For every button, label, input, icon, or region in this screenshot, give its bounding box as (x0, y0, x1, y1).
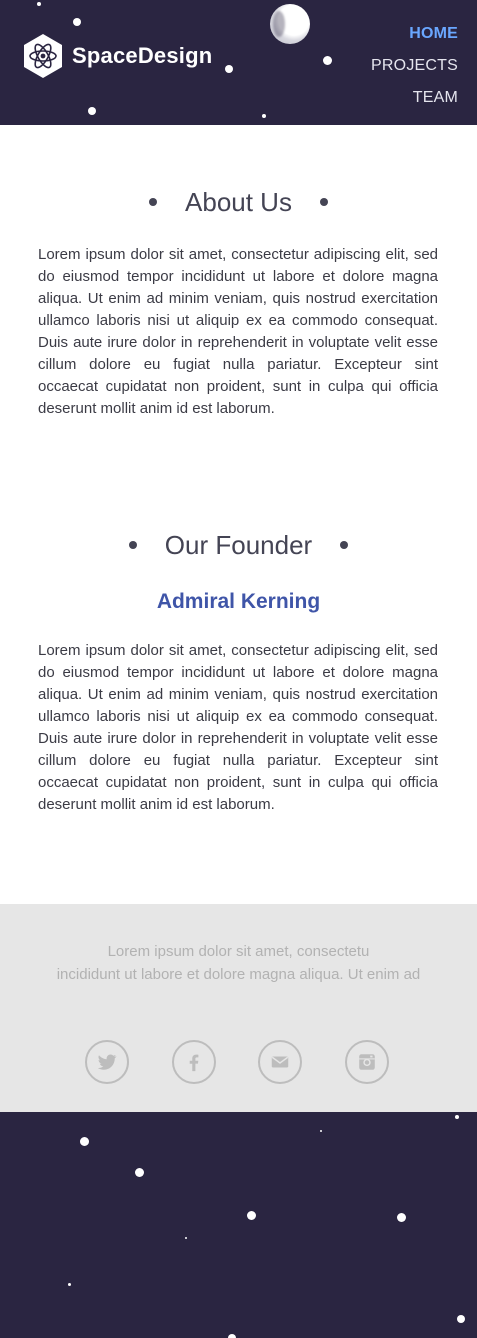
footer (0, 904, 477, 1112)
footer-text: Lorem ipsum dolor sit amet, consectetu i… (0, 940, 477, 986)
about-heading: About Us (0, 187, 477, 218)
founder-title: Our Founder (164, 530, 313, 560)
star-decoration (455, 1115, 459, 1119)
twitter-icon[interactable] (85, 1040, 129, 1084)
star-decoration (320, 1130, 322, 1132)
star-decoration (135, 1168, 144, 1177)
star-decoration (88, 107, 96, 115)
email-icon[interactable] (258, 1040, 302, 1084)
star-decoration (37, 2, 41, 6)
main-nav: HOME PROJECTS TEAM (371, 18, 458, 114)
star-decoration (228, 1334, 236, 1338)
star-decoration (80, 1137, 89, 1146)
moon-illustration (270, 4, 310, 44)
instagram-icon[interactable] (345, 1040, 389, 1084)
star-decoration (457, 1315, 465, 1323)
star-decoration (262, 114, 266, 118)
star-decoration (323, 56, 332, 65)
about-text: Lorem ipsum dolor sit amet, consectetur … (38, 246, 438, 417)
star-decoration (68, 1283, 71, 1286)
star-decoration (225, 65, 233, 73)
footer-line-2: incididunt ut labore et dolore magna ali… (56, 966, 421, 983)
star-decoration (247, 1211, 256, 1220)
footer-line-1: Lorem ipsum dolor sit amet, consectetu (107, 943, 370, 960)
about-title: About Us (185, 187, 292, 217)
star-decoration (73, 18, 81, 26)
brand-name[interactable]: SpaceDesign (72, 43, 212, 69)
logo-icon[interactable] (22, 33, 64, 79)
star-decoration (185, 1237, 187, 1239)
nav-home[interactable]: HOME (371, 18, 458, 50)
facebook-icon[interactable] (172, 1040, 216, 1084)
star-decoration (397, 1213, 406, 1222)
space-background (0, 1112, 477, 1338)
nav-team[interactable]: TEAM (371, 82, 458, 114)
nav-projects[interactable]: PROJECTS (371, 50, 458, 82)
site-header: SpaceDesign HOME PROJECTS TEAM (0, 0, 477, 125)
founder-heading: Our Founder (0, 530, 477, 561)
bullet-dot (128, 541, 137, 550)
founder-text: Lorem ipsum dolor sit amet, consectetur … (38, 642, 438, 813)
bullet-dot (149, 198, 158, 207)
bullet-dot (340, 541, 349, 550)
founder-name: Admiral Kerning (156, 590, 321, 613)
bullet-dot (319, 198, 328, 207)
